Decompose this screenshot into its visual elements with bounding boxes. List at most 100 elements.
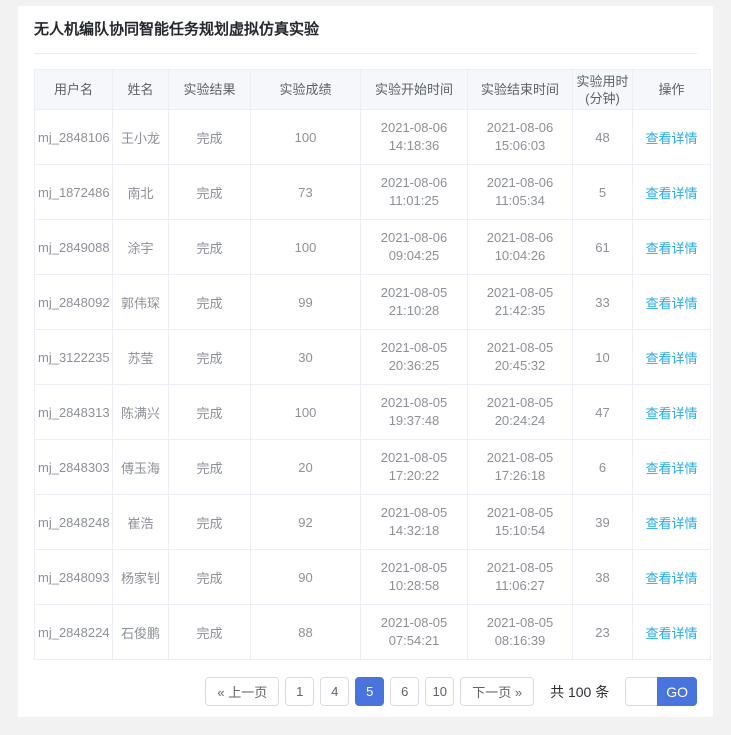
view-details-link[interactable]: 查看详情 xyxy=(645,131,697,146)
cell-start-time: 2021-08-05 14:32:18 xyxy=(361,495,468,550)
cell-start-time: 2021-08-06 11:01:25 xyxy=(361,165,468,220)
cell-name: 石俊鹏 xyxy=(113,605,169,660)
cell-start-time: 2021-08-06 09:04:25 xyxy=(361,220,468,275)
view-details-link[interactable]: 查看详情 xyxy=(645,461,697,476)
cell-name: 陈满兴 xyxy=(113,385,169,440)
cell-duration: 39 xyxy=(573,495,633,550)
cell-username: mj_2848106 xyxy=(35,110,113,165)
cell-score: 20 xyxy=(251,440,361,495)
cell-username: mj_3122235 xyxy=(35,330,113,385)
view-details-link[interactable]: 查看详情 xyxy=(645,186,697,201)
table-header-row: 用户名姓名实验结果实验成绩实验开始时间实验结束时间实验用时(分钟)操作 xyxy=(35,70,711,110)
page-button[interactable]: 6 xyxy=(390,677,419,706)
cell-action: 查看详情 xyxy=(633,165,711,220)
cell-name: 傅玉海 xyxy=(113,440,169,495)
column-header: 实验开始时间 xyxy=(361,70,468,110)
view-details-link[interactable]: 查看详情 xyxy=(645,626,697,641)
cell-action: 查看详情 xyxy=(633,110,711,165)
cell-score: 99 xyxy=(251,275,361,330)
cell-end-time: 2021-08-05 15:10:54 xyxy=(468,495,573,550)
cell-score: 73 xyxy=(251,165,361,220)
cell-end-time: 2021-08-06 15:06:03 xyxy=(468,110,573,165)
cell-end-time: 2021-08-05 20:45:32 xyxy=(468,330,573,385)
cell-username: mj_2848093 xyxy=(35,550,113,605)
cell-result: 完成 xyxy=(169,440,251,495)
cell-score: 100 xyxy=(251,110,361,165)
cell-username: mj_2848313 xyxy=(35,385,113,440)
view-details-link[interactable]: 查看详情 xyxy=(645,351,697,366)
cell-name: 南北 xyxy=(113,165,169,220)
view-details-link[interactable]: 查看详情 xyxy=(645,571,697,586)
column-header: 实验结束时间 xyxy=(468,70,573,110)
page-number-input[interactable] xyxy=(625,677,657,706)
cell-duration: 48 xyxy=(573,110,633,165)
cell-duration: 38 xyxy=(573,550,633,605)
cell-action: 查看详情 xyxy=(633,550,711,605)
column-header: 实验结果 xyxy=(169,70,251,110)
go-button[interactable]: GO xyxy=(657,677,697,706)
cell-result: 完成 xyxy=(169,605,251,660)
cell-start-time: 2021-08-05 20:36:25 xyxy=(361,330,468,385)
cell-name: 郭伟琛 xyxy=(113,275,169,330)
column-header: 操作 xyxy=(633,70,711,110)
cell-result: 完成 xyxy=(169,275,251,330)
cell-score: 100 xyxy=(251,220,361,275)
table-row: mj_2849088 涂宇 完成 100 2021-08-06 09:04:25… xyxy=(35,220,711,275)
cell-score: 100 xyxy=(251,385,361,440)
cell-start-time: 2021-08-05 07:54:21 xyxy=(361,605,468,660)
page-button[interactable]: 1 xyxy=(285,677,314,706)
table-row: mj_2848224 石俊鹏 完成 88 2021-08-05 07:54:21… xyxy=(35,605,711,660)
cell-name: 崔浩 xyxy=(113,495,169,550)
page-button[interactable]: 10 xyxy=(425,677,454,706)
cell-result: 完成 xyxy=(169,220,251,275)
cell-end-time: 2021-08-05 11:06:27 xyxy=(468,550,573,605)
cell-end-time: 2021-08-06 10:04:26 xyxy=(468,220,573,275)
next-page-button[interactable]: 下一页 » xyxy=(460,677,534,706)
title-divider xyxy=(34,53,697,54)
view-details-link[interactable]: 查看详情 xyxy=(645,241,697,256)
cell-username: mj_2849088 xyxy=(35,220,113,275)
cell-result: 完成 xyxy=(169,385,251,440)
cell-action: 查看详情 xyxy=(633,275,711,330)
column-header: 用户名 xyxy=(35,70,113,110)
table-row: mj_1872486 南北 完成 73 2021-08-06 11:01:25 … xyxy=(35,165,711,220)
content-card: 无人机编队协同智能任务规划虚拟仿真实验 用户名姓名实验结果实验成绩实验开始时间实… xyxy=(18,6,713,717)
cell-action: 查看详情 xyxy=(633,440,711,495)
view-details-link[interactable]: 查看详情 xyxy=(645,406,697,421)
cell-score: 30 xyxy=(251,330,361,385)
cell-end-time: 2021-08-05 17:26:18 xyxy=(468,440,573,495)
cell-end-time: 2021-08-05 08:16:39 xyxy=(468,605,573,660)
prev-page-button[interactable]: « 上一页 xyxy=(205,677,279,706)
cell-score: 90 xyxy=(251,550,361,605)
cell-start-time: 2021-08-05 21:10:28 xyxy=(361,275,468,330)
cell-duration: 33 xyxy=(573,275,633,330)
cell-end-time: 2021-08-05 21:42:35 xyxy=(468,275,573,330)
cell-result: 完成 xyxy=(169,495,251,550)
table-row: mj_2848248 崔浩 完成 92 2021-08-05 14:32:18 … xyxy=(35,495,711,550)
view-details-link[interactable]: 查看详情 xyxy=(645,516,697,531)
cell-action: 查看详情 xyxy=(633,220,711,275)
cell-start-time: 2021-08-05 19:37:48 xyxy=(361,385,468,440)
column-header: 姓名 xyxy=(113,70,169,110)
goto-page-group: GO xyxy=(625,677,697,706)
cell-duration: 5 xyxy=(573,165,633,220)
cell-start-time: 2021-08-05 17:20:22 xyxy=(361,440,468,495)
cell-score: 92 xyxy=(251,495,361,550)
total-count-label: 共 100 条 xyxy=(550,682,609,702)
results-table: 用户名姓名实验结果实验成绩实验开始时间实验结束时间实验用时(分钟)操作 mj_2… xyxy=(34,69,711,660)
cell-action: 查看详情 xyxy=(633,495,711,550)
cell-result: 完成 xyxy=(169,330,251,385)
cell-username: mj_2848092 xyxy=(35,275,113,330)
cell-action: 查看详情 xyxy=(633,605,711,660)
cell-end-time: 2021-08-05 20:24:24 xyxy=(468,385,573,440)
table-row: mj_2848106 王小龙 完成 100 2021-08-06 14:18:3… xyxy=(35,110,711,165)
cell-username: mj_2848303 xyxy=(35,440,113,495)
cell-end-time: 2021-08-06 11:05:34 xyxy=(468,165,573,220)
table-row: mj_2848092 郭伟琛 完成 99 2021-08-05 21:10:28… xyxy=(35,275,711,330)
view-details-link[interactable]: 查看详情 xyxy=(645,296,697,311)
page-button[interactable]: 4 xyxy=(320,677,349,706)
table-row: mj_2848313 陈满兴 完成 100 2021-08-05 19:37:4… xyxy=(35,385,711,440)
page-button-current[interactable]: 5 xyxy=(355,677,384,706)
cell-username: mj_2848248 xyxy=(35,495,113,550)
pagination-bar: « 上一页 145610 下一页 » 共 100 条 GO xyxy=(34,677,697,706)
